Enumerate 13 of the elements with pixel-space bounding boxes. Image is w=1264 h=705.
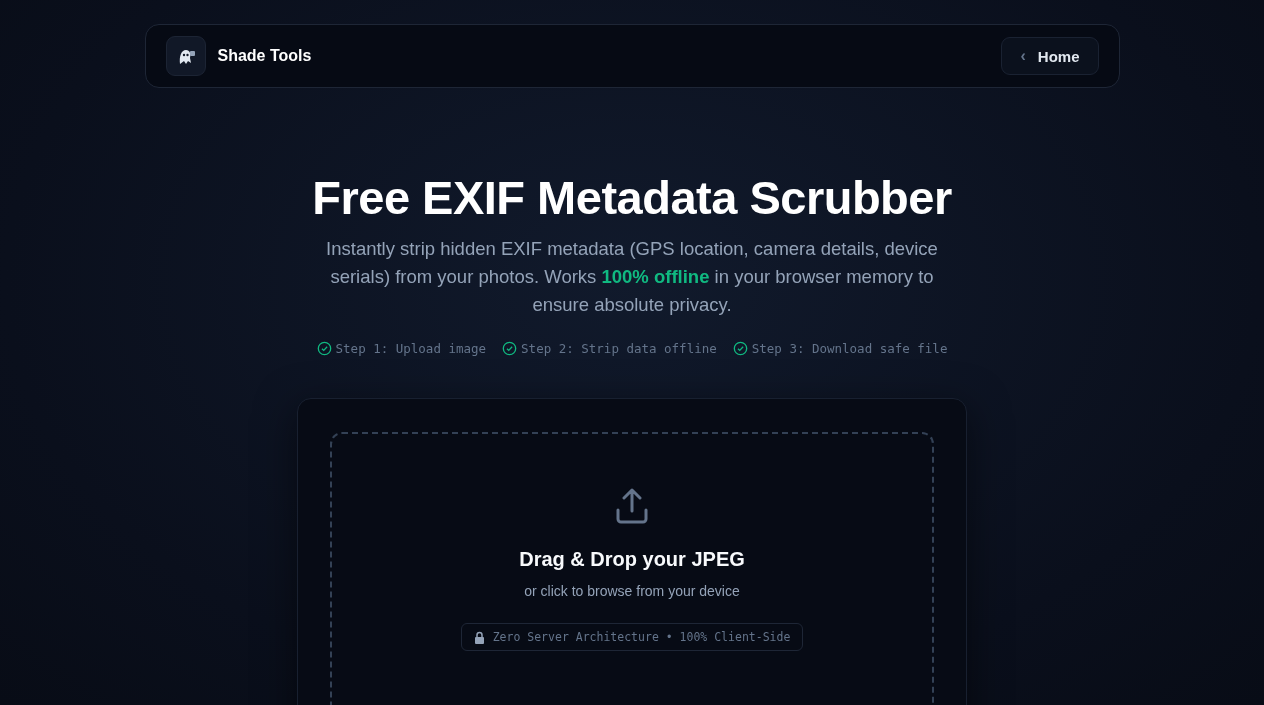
lock-icon <box>473 630 485 644</box>
step-label: Step 1: Upload image <box>335 341 487 356</box>
page-subtitle: Instantly strip hidden EXIF metadata (GPS location, camera details, device serials) from your photos. Works 100% offline in your browser memory to ensure absolute privacy. <box>325 237 939 317</box>
dropzone[interactable]: Drag & Drop your JPEG or click to browse from your device Zero Server Architecture • 100% Client-Side <box>330 432 934 705</box>
dropzone-title: Drag & Drop your JPEG <box>519 548 745 571</box>
dropzone-hint: or click to browse from your device <box>524 583 740 599</box>
home-button[interactable]: ‹ Home <box>1001 37 1099 75</box>
ghost-logo-icon <box>165 36 206 76</box>
step-label: Step 2: Strip data offline <box>521 341 717 356</box>
brand-name[interactable]: Shade Tools <box>217 47 312 65</box>
step-label: Step 3: Download safe file <box>751 341 948 356</box>
badge-text: Zero Server Architecture • 100% Client-Side <box>492 630 791 644</box>
page-title: Free EXIF Metadata Scrubber <box>312 170 952 225</box>
